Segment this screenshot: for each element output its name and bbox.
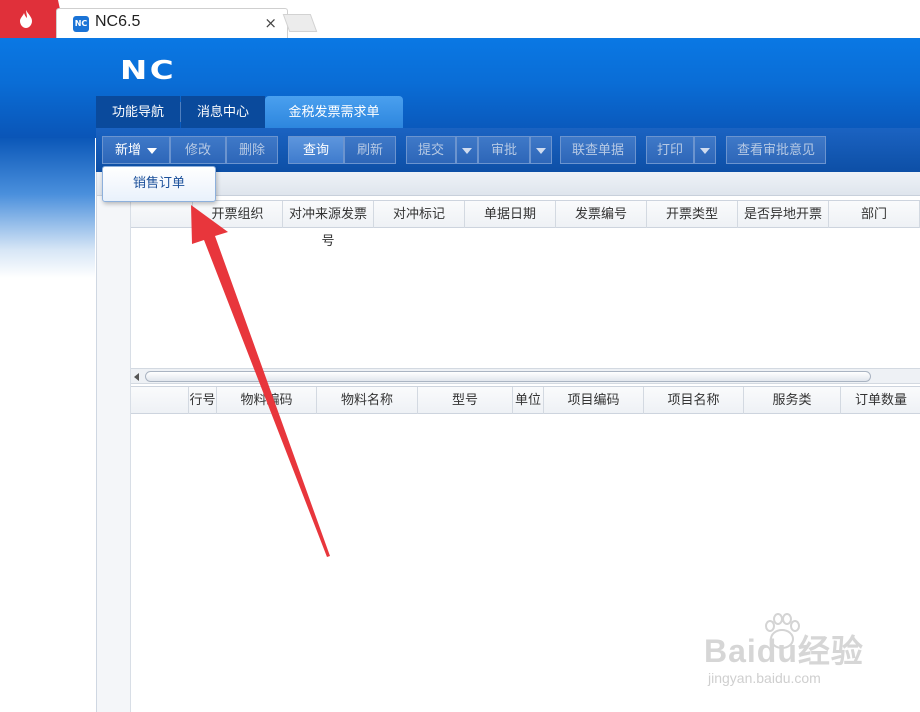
watermark-url: jingyan.baidu.com xyxy=(708,670,821,686)
watermark: Baidu经验 jingyan.baidu.com xyxy=(704,612,904,692)
annotation-arrow xyxy=(191,205,330,557)
annotation-arrow-shape xyxy=(191,205,330,557)
watermark-brand: Baidu经验 xyxy=(704,633,864,669)
